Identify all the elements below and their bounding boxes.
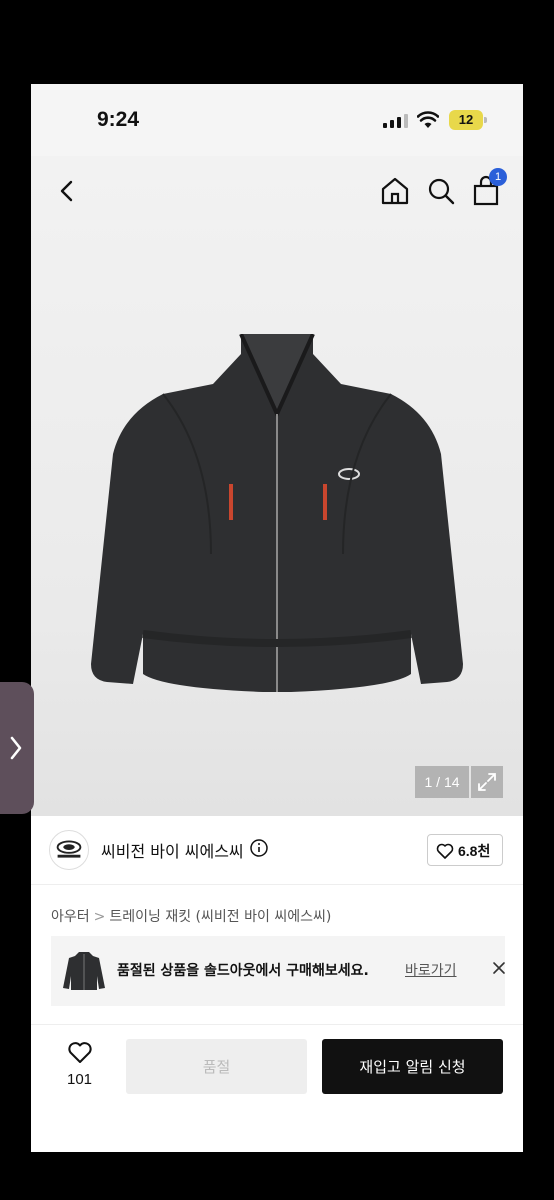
battery-tip xyxy=(484,117,487,123)
brand-logo[interactable] xyxy=(49,830,89,870)
brand-name[interactable]: 씨비전 바이 씨에스씨 xyxy=(101,838,244,862)
restock-alert-button[interactable]: 재입고 알림 신청 xyxy=(322,1039,503,1094)
top-nav: 1 xyxy=(31,156,523,226)
back-icon[interactable] xyxy=(51,174,85,208)
info-icon[interactable] xyxy=(249,838,269,858)
battery-indicator: 12 xyxy=(449,110,487,130)
divider xyxy=(31,884,523,885)
heart-icon xyxy=(436,843,454,859)
expand-icon[interactable] xyxy=(471,766,503,798)
side-panel-tab[interactable] xyxy=(0,682,34,814)
phone-screen: 9:24 12 1 1 / 14 씨비전 바이 씨에스씨 6.8천 아우터 > … xyxy=(31,84,523,1152)
image-counter: 1 / 14 xyxy=(415,766,469,798)
breadcrumb: 아우터 > 트레이닝 재킷 (씨비전 바이 씨에스씨) xyxy=(51,906,331,926)
jacket-image xyxy=(91,334,463,692)
soldout-message: 품절된 상품을 솔드아웃에서 구매해보세요. xyxy=(117,963,369,979)
bottom-action-bar: 101 품절 재입고 알림 신청 xyxy=(31,1024,523,1152)
chevron-right-icon xyxy=(10,736,22,760)
heart-icon[interactable] xyxy=(67,1041,93,1065)
brand-row: 씨비전 바이 씨에스씨 6.8천 xyxy=(31,816,523,884)
status-bar: 9:24 12 xyxy=(31,84,523,156)
breadcrumb-category[interactable]: 아우터 xyxy=(51,909,90,925)
brand-like-button[interactable]: 6.8천 xyxy=(427,834,503,866)
signal-icon xyxy=(383,114,408,128)
soldout-link[interactable]: 바로가기 xyxy=(405,960,457,980)
cart-button[interactable]: 1 xyxy=(469,168,507,208)
brand-like-count: 6.8천 xyxy=(458,843,491,859)
wifi-icon xyxy=(417,111,439,128)
cart-count-badge: 1 xyxy=(489,168,507,186)
search-icon[interactable] xyxy=(424,174,458,208)
product-image-area[interactable] xyxy=(31,156,523,816)
jacket-thumbnail xyxy=(63,952,105,990)
battery-level: 12 xyxy=(449,110,483,130)
soldout-banner: 품절된 상품을 솔드아웃에서 구매해보세요. 바로가기 xyxy=(51,936,505,1006)
breadcrumb-separator: > xyxy=(93,909,106,925)
breadcrumb-product[interactable]: 트레이닝 재킷 (씨비전 바이 씨에스씨) xyxy=(109,909,331,925)
soldout-button[interactable]: 품절 xyxy=(126,1039,307,1094)
status-time: 9:24 xyxy=(97,108,140,131)
home-icon[interactable] xyxy=(378,174,412,208)
wish-count: 101 xyxy=(67,1071,93,1088)
close-icon[interactable] xyxy=(491,960,507,976)
